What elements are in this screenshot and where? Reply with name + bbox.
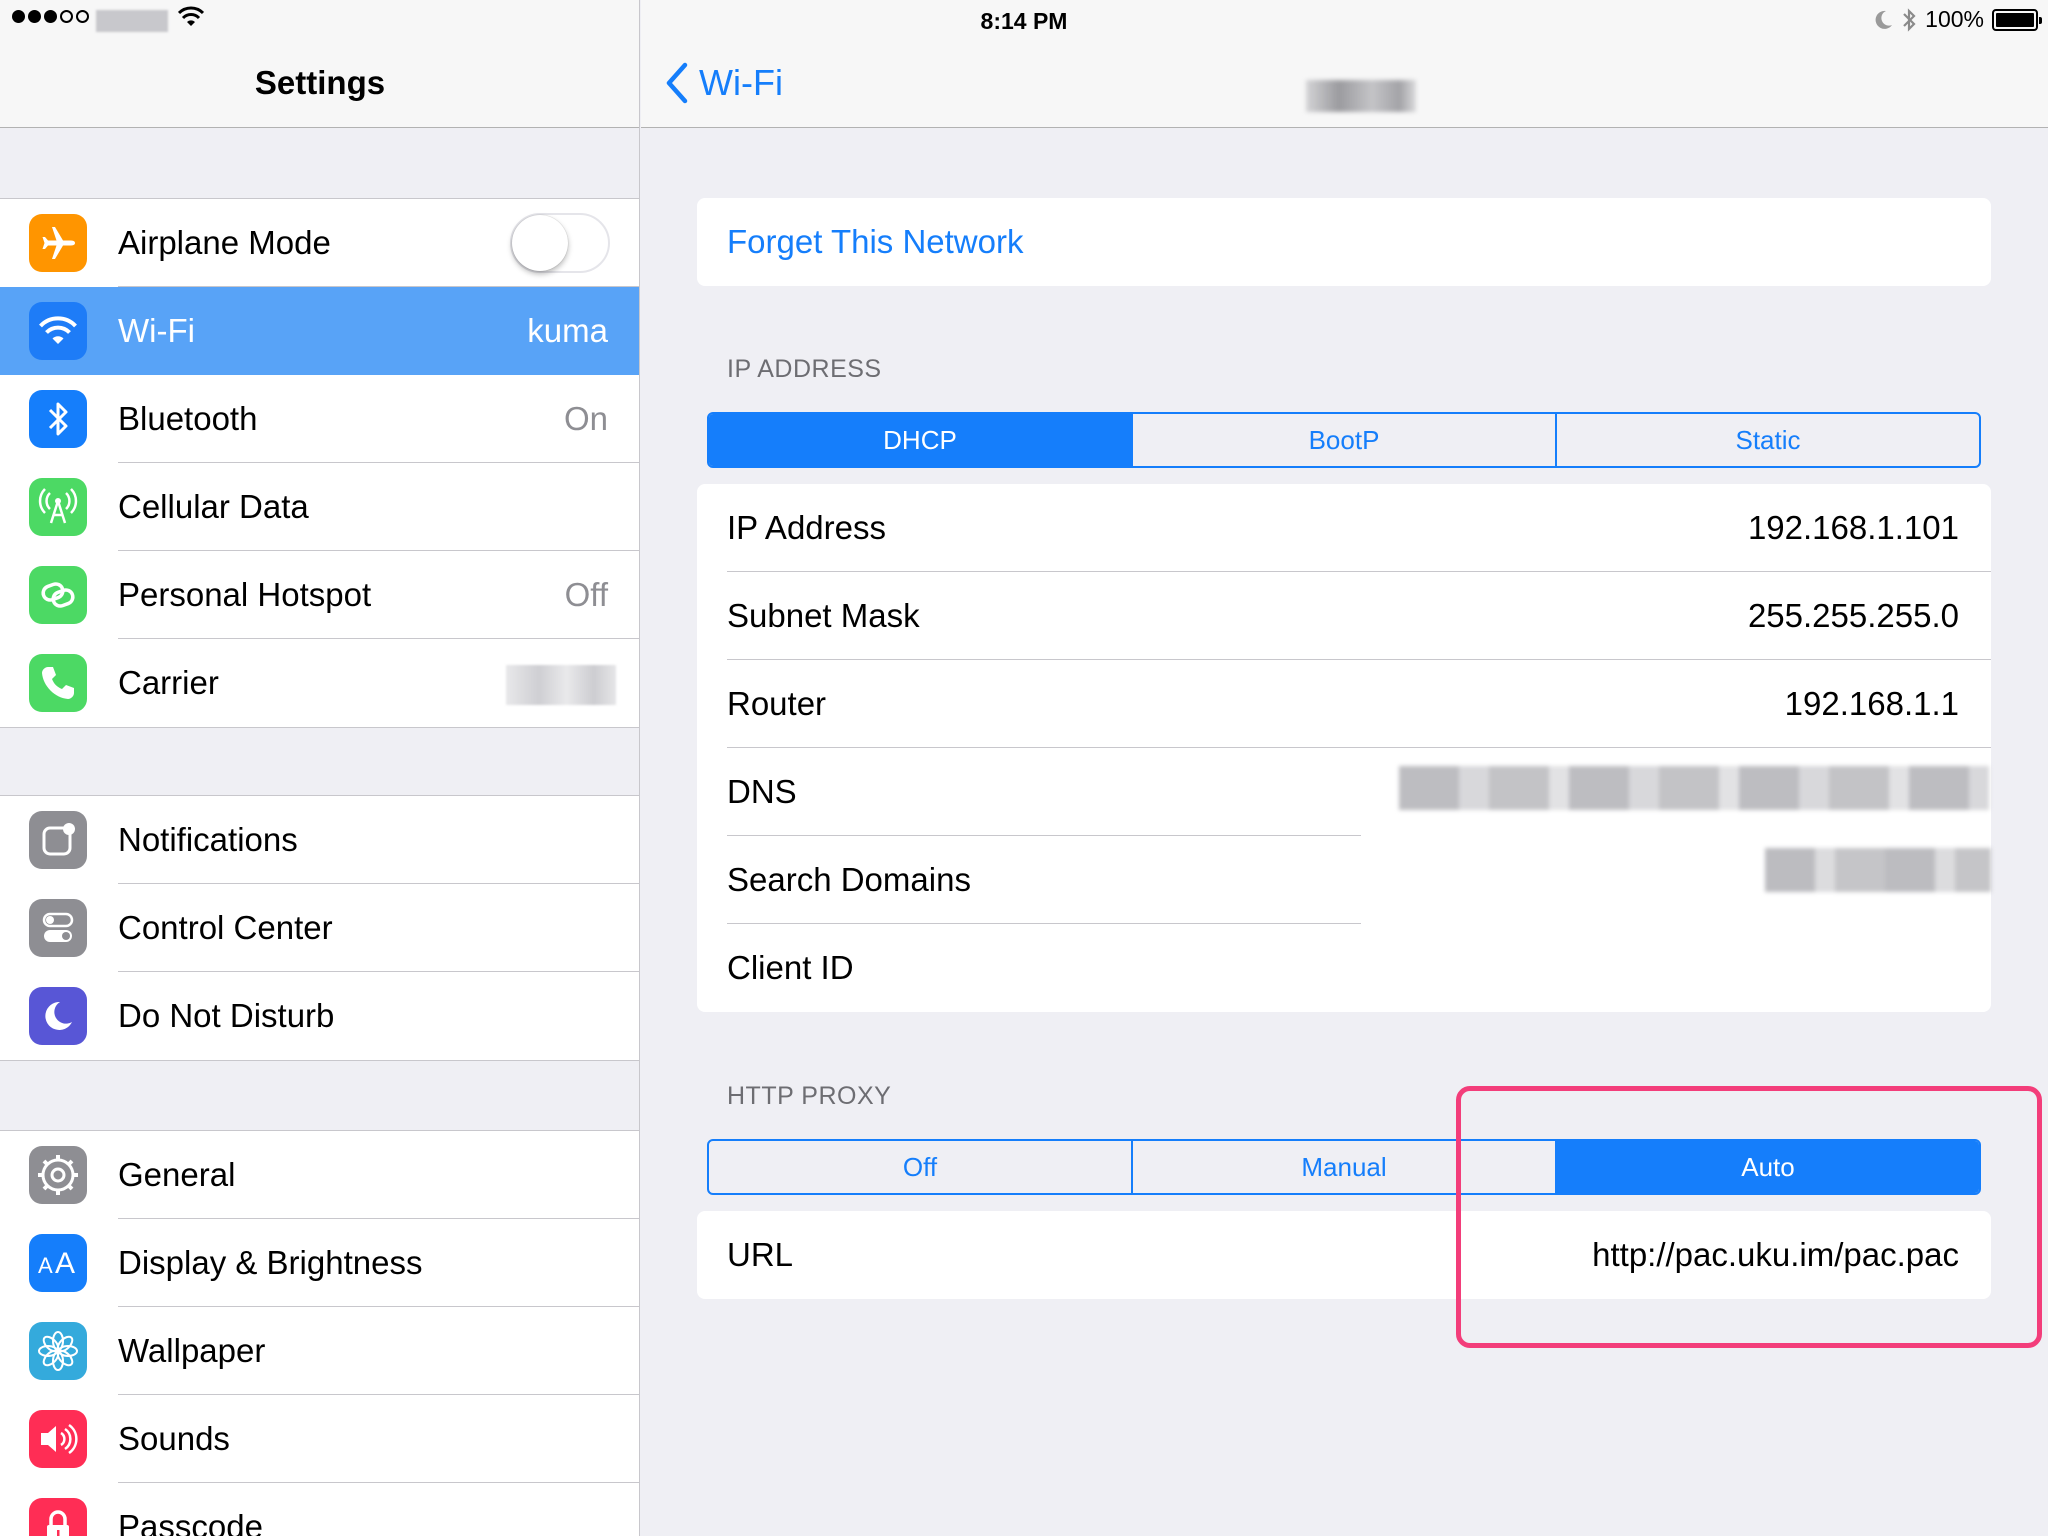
settings-title: Settings [254, 64, 386, 101]
bluetooth-icon [29, 390, 87, 448]
client-id-label: Client ID [727, 949, 854, 986]
ip-details-card: IP Address 192.168.1.101 Subnet Mask 255… [697, 484, 1991, 1012]
sidebar-item-label: Airplane Mode [118, 224, 331, 261]
hotspot-icon [29, 566, 87, 624]
forget-network-card: Forget This Network [697, 198, 1991, 286]
settings-group-connectivity: Airplane Mode Wi-Fi kuma Bluetooth On Ce… [0, 198, 639, 728]
status-bar: 8:14 PM 100% [0, 0, 2048, 42]
sidebar-item-wifi[interactable]: Wi-Fi kuma [0, 287, 639, 375]
chevron-left-icon [666, 62, 688, 104]
wifi-icon [29, 302, 87, 360]
battery-icon [1992, 8, 2042, 31]
subnet-mask-row[interactable]: Subnet Mask 255.255.255.0 [697, 572, 1991, 660]
moon-status-icon [1875, 10, 1893, 29]
sidebar-item-label: Sounds [118, 1420, 230, 1457]
sidebar-item-label: Wallpaper [118, 1332, 266, 1369]
back-button-label: Wi-Fi [699, 62, 783, 103]
proxy-mode-manual[interactable]: Manual [1131, 1141, 1555, 1193]
sidebar-item-label: Personal Hotspot [118, 576, 372, 613]
sidebar-item-label: Cellular Data [118, 488, 309, 525]
control-center-icon [29, 899, 87, 957]
back-button[interactable]: Wi-Fi [665, 62, 783, 104]
proxy-url-card: URL http://pac.uku.im/pac.pac [697, 1211, 1991, 1299]
carrier-value-blurred [506, 665, 616, 705]
sidebar-item-display-brightness[interactable]: AA Display & Brightness [0, 1219, 639, 1307]
router-row[interactable]: Router 192.168.1.1 [697, 660, 1991, 748]
subnet-mask-label: Subnet Mask [727, 597, 920, 634]
dns-values-blurred [1371, 748, 1991, 928]
wifi-network-name: kuma [527, 312, 608, 349]
text-size-icon: AA [29, 1234, 87, 1292]
client-id-row[interactable]: Client ID [697, 924, 1991, 1012]
sidebar-item-sounds[interactable]: Sounds [0, 1395, 639, 1483]
sidebar-item-notifications[interactable]: Notifications [0, 796, 639, 884]
settings-group-system: Notifications Control Center Do Not Dist… [0, 795, 639, 1061]
ip-mode-dhcp[interactable]: DHCP [709, 414, 1131, 466]
search-domains-label: Search Domains [727, 861, 971, 898]
settings-sidebar: Settings Airplane Mode Wi-Fi kuma Blueto… [0, 0, 640, 1536]
proxy-url-row[interactable]: URL http://pac.uku.im/pac.pac [697, 1211, 1991, 1299]
moon-icon [29, 987, 87, 1045]
sidebar-item-label: Passcode [118, 1508, 263, 1536]
ip-mode-static[interactable]: Static [1555, 414, 1979, 466]
cellular-icon [29, 478, 87, 536]
sidebar-item-bluetooth[interactable]: Bluetooth On [0, 375, 639, 463]
proxy-url-label: URL [727, 1236, 794, 1273]
hotspot-status: Off [564, 576, 608, 613]
ip-mode-segmented-control: DHCP BootP Static [707, 412, 1981, 468]
ip-address-row[interactable]: IP Address 192.168.1.101 [697, 484, 1991, 572]
lock-icon [29, 1498, 87, 1536]
bluetooth-status-icon [1903, 7, 1916, 32]
sidebar-item-wallpaper[interactable]: Wallpaper [0, 1307, 639, 1395]
ip-address-section-title: IP ADDRESS [727, 355, 882, 383]
bluetooth-status: On [563, 400, 608, 437]
forget-network-button[interactable]: Forget This Network [727, 198, 1023, 286]
sidebar-item-airplane-mode[interactable]: Airplane Mode [0, 199, 639, 287]
notifications-icon [29, 811, 87, 869]
battery-percent: 100% [1925, 6, 1984, 32]
sidebar-item-general[interactable]: General [0, 1131, 639, 1219]
sidebar-item-label: Carrier [118, 664, 219, 701]
proxy-mode-auto[interactable]: Auto [1555, 1141, 1979, 1193]
svg-text:A: A [38, 1253, 53, 1278]
proxy-mode-off[interactable]: Off [709, 1141, 1131, 1193]
ip-address-label: IP Address [727, 509, 886, 546]
airplane-mode-toggle[interactable] [510, 213, 610, 273]
sidebar-item-label: Do Not Disturb [118, 997, 335, 1034]
sidebar-item-carrier[interactable]: Carrier [0, 639, 639, 727]
sidebar-item-label: Notifications [118, 821, 298, 858]
ip-address-value: 192.168.1.101 [1747, 509, 1959, 546]
sidebar-item-label: Wi-Fi [118, 312, 195, 349]
status-time: 8:14 PM [980, 8, 1068, 34]
router-value: 192.168.1.1 [1784, 685, 1959, 722]
network-detail-pane: Wi-Fi Forget This Network IP ADDRESS DHC… [641, 0, 2048, 1536]
svg-text:A: A [55, 1247, 75, 1280]
dns-label: DNS [727, 773, 797, 810]
sidebar-item-personal-hotspot[interactable]: Personal Hotspot Off [0, 551, 639, 639]
sidebar-item-label: General [118, 1156, 236, 1193]
sidebar-item-label: Bluetooth [118, 400, 258, 437]
subnet-mask-value: 255.255.255.0 [1747, 597, 1959, 634]
sidebar-item-cellular-data[interactable]: Cellular Data [0, 463, 639, 551]
sidebar-item-label: Display & Brightness [118, 1244, 423, 1281]
proxy-mode-segmented-control: Off Manual Auto [707, 1139, 1981, 1195]
phone-icon [29, 654, 87, 712]
settings-group-general: General AA Display & Brightness Wallpape… [0, 1130, 639, 1536]
router-label: Router [727, 685, 827, 722]
sidebar-item-label: Control Center [118, 909, 333, 946]
proxy-url-value[interactable]: http://pac.uku.im/pac.pac [1592, 1211, 1959, 1299]
network-title-blurred [1306, 80, 1416, 112]
http-proxy-section-title: HTTP PROXY [727, 1082, 892, 1110]
airplane-icon [29, 214, 87, 272]
sidebar-item-do-not-disturb[interactable]: Do Not Disturb [0, 972, 639, 1060]
sidebar-item-passcode[interactable]: Passcode [0, 1483, 639, 1536]
ip-mode-bootp[interactable]: BootP [1131, 414, 1555, 466]
speaker-icon [29, 1410, 87, 1468]
gear-icon [29, 1146, 87, 1204]
sidebar-item-control-center[interactable]: Control Center [0, 884, 639, 972]
flower-icon [29, 1322, 87, 1380]
